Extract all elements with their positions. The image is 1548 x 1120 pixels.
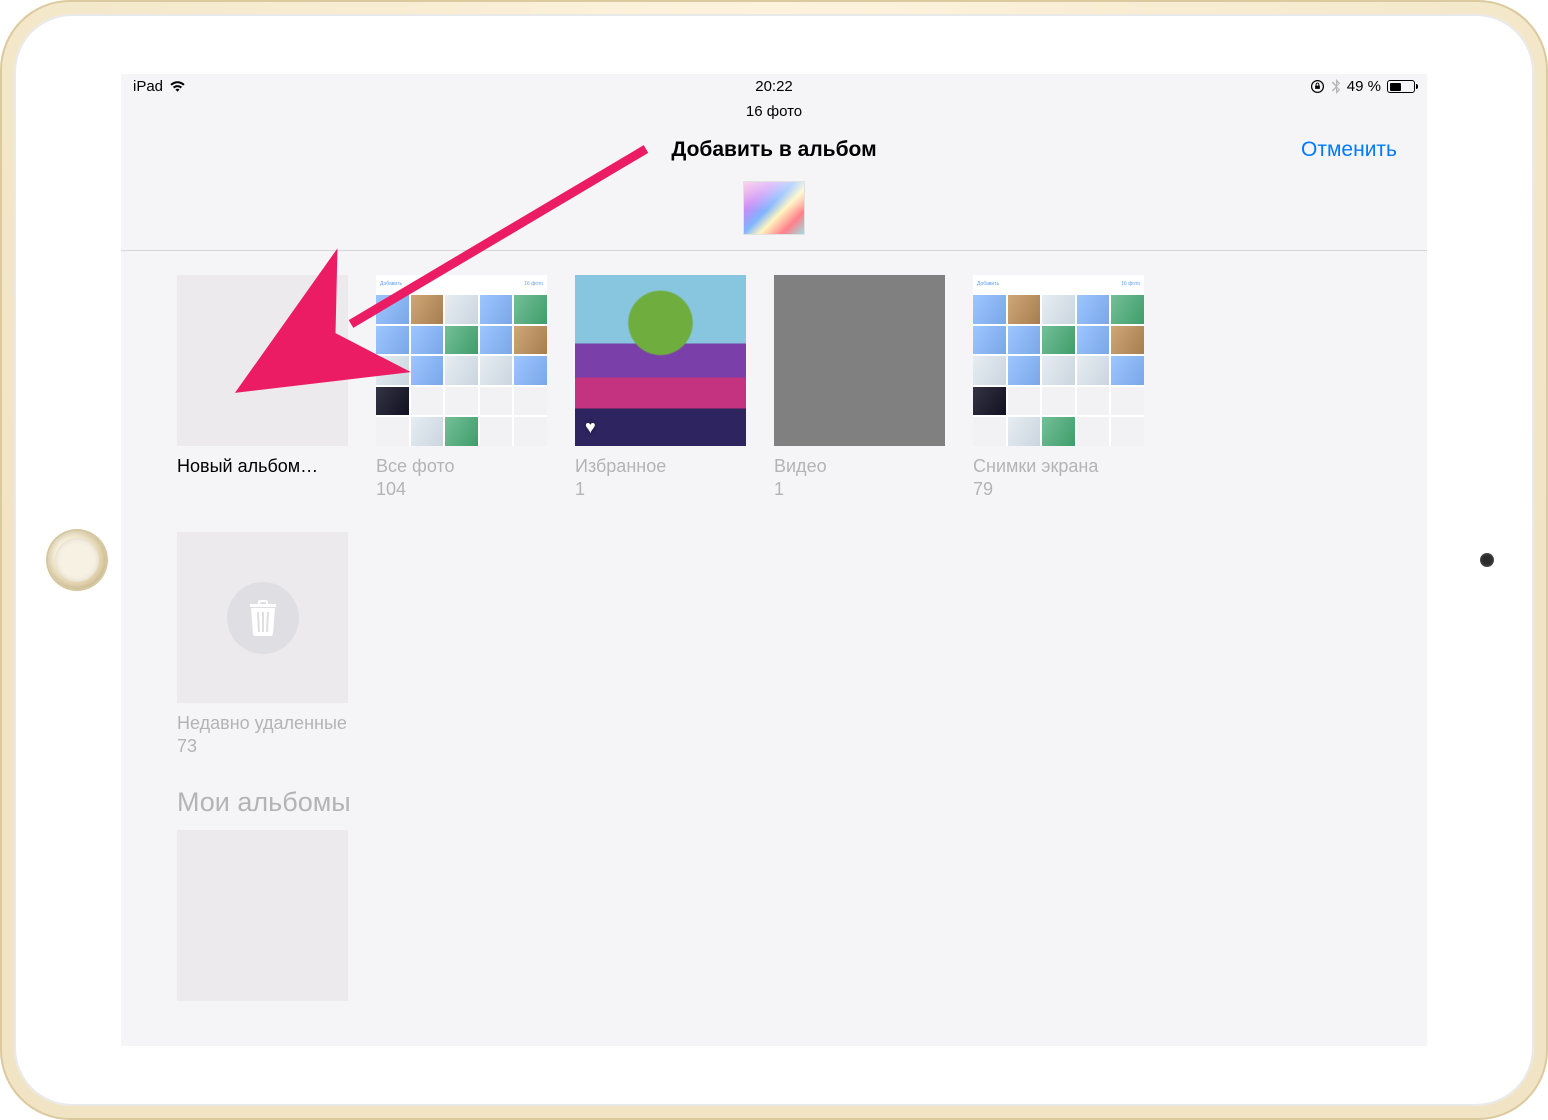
mosaic-left: Добавить	[380, 281, 402, 287]
album-new[interactable]: Новый альбом…	[177, 275, 348, 500]
status-bar: iPad 20:22 49 %	[121, 74, 1427, 97]
album-screenshots: Добавить 16 фото Снимки экрана 79	[973, 275, 1144, 500]
album-recently-deleted: Недавно удаленные 73	[177, 532, 348, 757]
album-thumb-tree: ♥	[575, 275, 746, 446]
selected-photo-thumbnail	[744, 182, 804, 234]
trash-circle	[227, 582, 299, 654]
mosaic-left: Добавить	[977, 281, 999, 287]
album-count: 104	[376, 479, 547, 500]
album-thumb-mosaic: Добавить 16 фото	[973, 275, 1144, 446]
albums-grid: Новый альбом… Добавить 16 фото Все фото 1…	[121, 251, 1427, 777]
battery-icon	[1387, 80, 1415, 93]
album-count: 73	[177, 736, 348, 757]
album-thumb-trash	[177, 532, 348, 703]
album-all-photos: Добавить 16 фото Все фото 104	[376, 275, 547, 500]
device-label: iPad	[133, 78, 163, 95]
ipad-inner: iPad 20:22 49 % 16 фото Добавить в альбо…	[14, 14, 1534, 1106]
album-thumb-blank	[177, 830, 348, 1001]
front-camera	[1480, 553, 1494, 567]
album-title: Новый альбом…	[177, 456, 348, 477]
clock: 20:22	[755, 78, 793, 95]
my-albums-grid	[121, 830, 1427, 1041]
album-title: Все фото	[376, 456, 547, 477]
my-album-item[interactable]	[177, 830, 348, 1001]
photo-count: 16 фото	[121, 97, 1427, 120]
battery-percent: 49 %	[1347, 78, 1381, 95]
section-my-albums: Мои альбомы	[121, 777, 1427, 830]
heart-icon: ♥	[585, 417, 596, 438]
mosaic-right: 16 фото	[524, 281, 543, 287]
album-count: 79	[973, 479, 1144, 500]
album-title: Недавно удаленные	[177, 713, 348, 734]
album-title: Избранное	[575, 456, 746, 477]
bluetooth-icon	[1331, 79, 1341, 94]
rotation-lock-icon	[1310, 79, 1325, 94]
screen: iPad 20:22 49 % 16 фото Добавить в альбо…	[121, 74, 1427, 1046]
album-video: Видео 1	[774, 275, 945, 500]
mosaic-right: 16 фото	[1121, 281, 1140, 287]
wifi-icon	[169, 80, 186, 93]
page-title: Добавить в альбом	[141, 138, 1407, 162]
album-title: Снимки экрана	[973, 456, 1144, 477]
trash-icon	[247, 600, 279, 636]
album-thumb-mosaic: Добавить 16 фото	[376, 275, 547, 446]
album-title: Видео	[774, 456, 945, 477]
nav-bar: Добавить в альбом Отменить	[121, 120, 1427, 174]
album-count: 1	[774, 479, 945, 500]
home-button[interactable]	[48, 531, 106, 589]
album-count: 1	[575, 479, 746, 500]
album-favorites: ♥ Избранное 1	[575, 275, 746, 500]
album-thumb-blank	[177, 275, 348, 446]
cancel-button[interactable]: Отменить	[1301, 138, 1397, 162]
ipad-frame: iPad 20:22 49 % 16 фото Добавить в альбо…	[0, 0, 1548, 1120]
album-thumb-gray	[774, 275, 945, 446]
